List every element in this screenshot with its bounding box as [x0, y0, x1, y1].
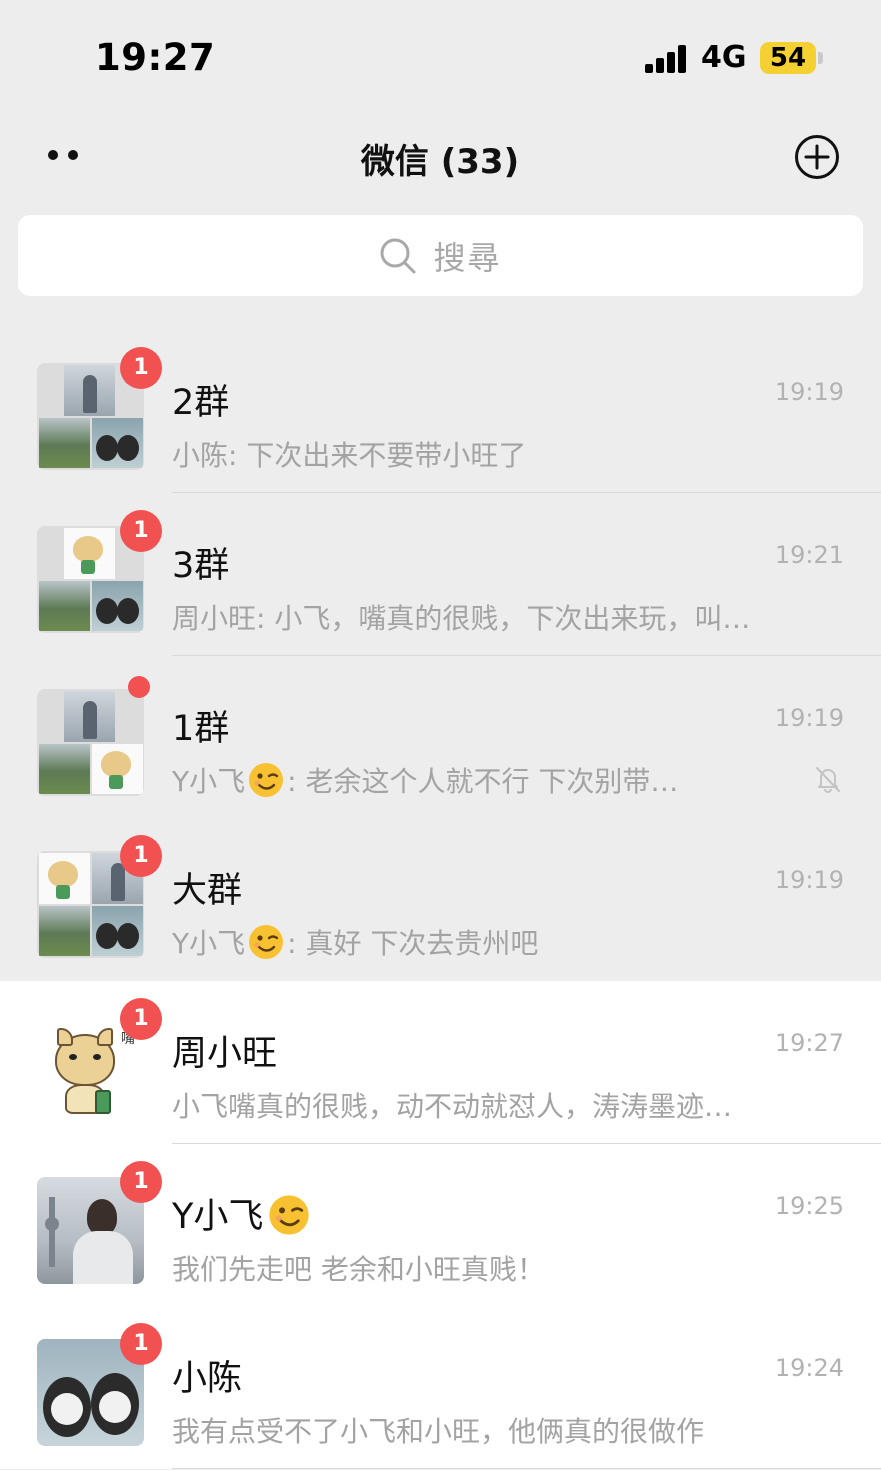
- network-type: 4G: [701, 40, 747, 75]
- status-bar: 19:27 4G 54: [0, 0, 881, 115]
- chat-preview: 小飞嘴真的很贱，动不动就怼人，涛涛墨迹…: [172, 1090, 733, 1123]
- preview-message: : 老余这个人就不行 下次别带…: [287, 765, 679, 798]
- chat-name: 2群: [172, 383, 230, 423]
- wink-emoji-icon: [269, 1195, 310, 1235]
- chat-item-zhou-xiaowang[interactable]: 嘴 1 周小旺 19:27 小飞嘴真的很贱，动不动就怼人，涛涛墨迹…: [0, 981, 881, 1144]
- unread-badge: 1: [120, 1161, 162, 1203]
- chat-item-y-xiaofei[interactable]: 1 Y小飞 19:25 我们先走吧 老余和小旺真贱！: [0, 1144, 881, 1307]
- chat-name: 小陈: [172, 1359, 243, 1399]
- battery-tip: [818, 52, 823, 64]
- chat-item-3-group[interactable]: 1 3群 19:21 周小旺: 小飞，嘴真的很贱，下次出来玩，叫…: [0, 493, 881, 656]
- chat-preview: 我们先走吧 老余和小旺真贱！: [172, 1253, 545, 1286]
- chat-time: 19:21: [774, 541, 844, 569]
- chat-name: 3群: [172, 546, 230, 586]
- chat-time: 19:25: [774, 1192, 844, 1220]
- mute-bell-icon: [816, 767, 840, 793]
- battery-icon: 54: [760, 42, 816, 74]
- chat-name: 1群: [172, 709, 230, 749]
- unread-badge: 1: [120, 835, 162, 877]
- chat-name: 大群: [172, 871, 243, 911]
- wink-emoji-icon: [249, 925, 284, 959]
- unread-badge: 1: [120, 998, 162, 1040]
- chat-time: 19:27: [774, 1029, 844, 1057]
- divider: [172, 1468, 881, 1469]
- search-placeholder: 搜尋: [433, 238, 502, 277]
- more-dots-icon[interactable]: [44, 143, 88, 167]
- list-bottom: [0, 1470, 881, 1480]
- chat-item-1-group[interactable]: 1群 19:19 Y小飞 : 老余这个人就不行 下次别带…: [0, 656, 881, 819]
- chat-preview: 周小旺: 小飞，嘴真的很贱，下次出来玩，叫…: [172, 602, 751, 635]
- chat-time: 19:19: [774, 866, 844, 894]
- chat-name: 周小旺: [172, 1034, 278, 1074]
- chat-item-big-group[interactable]: 1 大群 19:19 Y小飞 : 真好 下次去贵州吧: [0, 818, 881, 981]
- chat-time: 19:19: [774, 704, 844, 732]
- cellular-signal-icon: [645, 45, 689, 73]
- unread-badge: 1: [120, 510, 162, 552]
- chat-item-xiaochen[interactable]: 1 小陈 19:24 我有点受不了小飞和小旺，他俩真的很做作: [0, 1306, 881, 1469]
- chat-name-text: Y小飞: [172, 1197, 264, 1237]
- search-icon: [380, 238, 416, 273]
- unread-badge: 1: [120, 1323, 162, 1365]
- page-title: 微信 (33): [360, 142, 520, 182]
- group-avatar: [37, 689, 144, 796]
- battery-level: 54: [769, 43, 807, 73]
- search-bar[interactable]: 搜尋: [18, 215, 863, 296]
- chat-item-2-group[interactable]: 1 2群 19:19 小陈: 下次出来不要带小旺了: [0, 330, 881, 493]
- wink-emoji-icon: [249, 763, 284, 797]
- chat-time: 19:24: [774, 1354, 844, 1382]
- plus-circle-icon[interactable]: [794, 134, 840, 180]
- chat-preview: Y小飞 : 真好 下次去贵州吧: [172, 922, 822, 962]
- chat-preview: 我有点受不了小飞和小旺，他俩真的很做作: [172, 1415, 705, 1448]
- chat-preview: 小陈: 下次出来不要带小旺了: [172, 439, 527, 472]
- preview-sender: Y小飞: [172, 927, 246, 960]
- chat-preview: Y小飞 : 老余这个人就不行 下次别带…: [172, 760, 772, 800]
- unread-badge: 1: [120, 347, 162, 389]
- chat-time: 19:19: [774, 378, 844, 406]
- preview-message: : 真好 下次去贵州吧: [287, 927, 539, 960]
- unread-dot: [128, 676, 150, 698]
- preview-sender: Y小飞: [172, 765, 246, 798]
- status-time: 19:27: [95, 36, 216, 79]
- chat-name: Y小飞: [172, 1188, 313, 1239]
